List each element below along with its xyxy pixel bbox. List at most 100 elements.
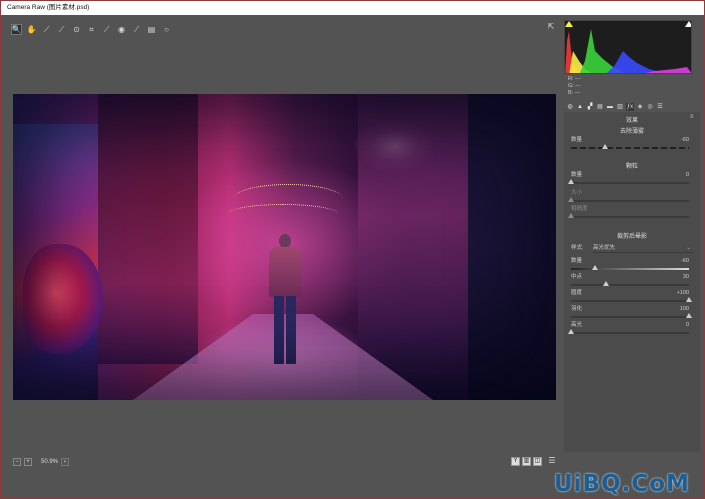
dehaze-amount-slider[interactable] — [571, 144, 689, 149]
vignette-style-box[interactable]: 高光优先 ⌄ — [593, 244, 693, 253]
zoom-icon[interactable]: 🔍 — [11, 23, 22, 35]
dehaze-amount-thumb[interactable] — [602, 144, 609, 149]
site-watermark: UiBQ.CoM — [554, 471, 690, 497]
open-preferences-icon[interactable]: ⇱ — [545, 22, 557, 34]
red-eye-icon[interactable]: ◉ — [116, 24, 127, 35]
grain-roughness-label: 粗糙度 — [571, 206, 588, 212]
tool-bar: 🔍 ✋ ⟋ ⟋ ⊙ ⌗ ⟋ ◉ ⟋ ▤ ○ — [11, 21, 559, 37]
grain-roughness-row: 粗糙度 — [571, 206, 693, 213]
white-balance-icon[interactable]: ⟋ — [41, 24, 52, 35]
dehaze-amount-label: 数量 — [571, 137, 583, 143]
compare-view-button[interactable]: ▥ — [522, 457, 531, 466]
status-bar: − + 50.9% ▾ — [13, 456, 559, 468]
zoom-out-button[interactable]: − — [13, 458, 21, 466]
grain-roughness-thumb[interactable] — [568, 213, 574, 218]
adjustment-brush-icon[interactable]: ⟋ — [131, 24, 142, 35]
color-sampler-icon[interactable]: ⟋ — [56, 24, 67, 35]
vignette-highlights-thumb[interactable] — [568, 329, 574, 334]
panel-title: 效果 — [625, 118, 638, 124]
grain-title: 颗粒 — [625, 164, 638, 170]
shadow-clip-indicator[interactable] — [565, 21, 573, 27]
camera-raw-window: Camera Raw (图片素材.psd) 🔍 ✋ ⟋ ⟋ ⊙ ⌗ ⟋ ◉ ⟋ … — [0, 0, 705, 499]
tab-effects[interactable]: ƒx — [626, 103, 634, 111]
zoom-level: 50.9% — [41, 459, 59, 465]
tab-basic[interactable]: ◍ — [566, 103, 574, 111]
tab-lens[interactable]: ▥ — [616, 103, 624, 111]
vignette-amount-label: 数量 — [571, 258, 583, 264]
vignette-roundness-thumb[interactable] — [686, 297, 692, 302]
effects-panel: 效果 ≡ 去除薄雾 数量 -60 颗粒 数量 0 大小 粗糙度 裁剪后晕影 样式… — [564, 112, 700, 452]
panel-tabs: ◍ ▲ ▞ ▤ ▬ ▥ ƒx ◈ ◎ ☰ — [564, 102, 699, 112]
before-after-y-button[interactable]: Y — [511, 457, 520, 466]
vignette-midpoint-label: 中点 — [571, 274, 583, 280]
toggle-view-button[interactable]: ◫ — [533, 457, 542, 466]
vignette-amount-thumb[interactable] — [591, 265, 598, 270]
image-preview[interactable] — [13, 94, 556, 400]
vignette-highlights-row: 高光 0 — [571, 322, 693, 329]
vignette-feather-thumb[interactable] — [686, 313, 692, 318]
vignette-style-value: 高光优先 — [593, 245, 616, 251]
highlight-clip-indicator[interactable] — [685, 21, 692, 27]
vignette-feather-slider[interactable] — [571, 313, 692, 318]
vignette-overlay — [13, 94, 556, 400]
grain-amount-label: 数量 — [571, 172, 583, 178]
rgb-readout: R: --- G: --- B: --- — [568, 76, 688, 97]
vignette-feather-label: 羽化 — [571, 306, 583, 312]
vignette-amount-value[interactable]: -60 — [681, 258, 689, 265]
grain-amount-row: 数量 0 — [571, 172, 693, 179]
vignette-midpoint-row: 中点 30 — [571, 274, 693, 281]
grain-size-row: 大小 — [571, 190, 693, 197]
grain-size-thumb[interactable] — [568, 197, 574, 202]
histogram[interactable] — [564, 20, 692, 74]
tab-hsl[interactable]: ▤ — [596, 103, 604, 111]
view-settings-icon[interactable]: ☰ — [547, 456, 557, 466]
vignette-feather-value[interactable]: 100 — [680, 306, 689, 313]
view-buttons: Y ▥ ◫ — [511, 457, 542, 466]
tab-tone-curve[interactable]: ▲ — [576, 103, 584, 111]
vignette-midpoint-slider[interactable] — [571, 281, 689, 286]
grain-size-label: 大小 — [571, 190, 583, 196]
hand-icon[interactable]: ✋ — [26, 24, 37, 35]
radial-filter-icon[interactable]: ○ — [161, 24, 172, 35]
dehaze-amount-row: 数量 -60 — [571, 137, 693, 144]
grain-amount-value[interactable]: 0 — [686, 172, 689, 179]
vignette-title: 裁剪后晕影 — [616, 234, 647, 240]
vignette-highlights-label: 高光 — [571, 322, 583, 328]
vignette-style-label: 样式: — [571, 245, 584, 251]
tab-camera-calibration[interactable]: ◈ — [636, 103, 644, 111]
grain-amount-thumb[interactable] — [568, 179, 574, 184]
vignette-roundness-row: 圆度 +100 — [571, 290, 693, 297]
vignette-highlights-slider[interactable] — [568, 329, 689, 334]
vignette-midpoint-thumb[interactable] — [603, 281, 610, 286]
tab-split-toning[interactable]: ▬ — [606, 103, 614, 111]
vignette-amount-row: 数量 -60 — [571, 258, 693, 265]
vignette-midpoint-value[interactable]: 30 — [683, 274, 689, 281]
grain-roughness-slider[interactable] — [568, 213, 689, 218]
graduated-filter-icon[interactable]: ▤ — [146, 24, 157, 35]
readout-r: R: --- — [568, 76, 581, 82]
vignette-style-select[interactable]: 样式: 高光优先 ⌄ — [571, 244, 693, 253]
dehaze-amount-value[interactable]: -60 — [681, 137, 689, 144]
tab-presets[interactable]: ◎ — [646, 103, 654, 111]
vignette-amount-slider[interactable] — [571, 265, 689, 270]
vignette-roundness-label: 圆度 — [571, 290, 583, 296]
panel-menu-icon[interactable]: ≡ — [690, 114, 694, 120]
spot-removal-icon[interactable]: ⟋ — [101, 24, 112, 35]
histogram-graph — [565, 21, 692, 73]
targeted-adjust-icon[interactable]: ⊙ — [71, 24, 82, 35]
grain-size-slider[interactable] — [568, 197, 689, 202]
vignette-feather-row: 羽化 100 — [571, 306, 693, 313]
readout-b: B: --- — [568, 90, 581, 96]
grain-amount-slider[interactable] — [568, 179, 689, 184]
dehaze-title: 去除薄雾 — [619, 129, 644, 135]
tab-snapshots[interactable]: ☰ — [656, 103, 664, 111]
zoom-in-button[interactable]: + — [24, 458, 32, 466]
vignette-roundness-value[interactable]: +100 — [677, 290, 689, 297]
readout-g: G: --- — [568, 83, 581, 89]
zoom-dropdown[interactable]: ▾ — [61, 458, 70, 466]
vignette-highlights-value[interactable]: 0 — [686, 322, 689, 329]
tab-detail[interactable]: ▞ — [586, 103, 594, 111]
window-title: Camera Raw (图片素材.psd) — [1, 1, 704, 15]
vignette-roundness-slider[interactable] — [571, 297, 692, 302]
crop-icon[interactable]: ⌗ — [86, 24, 97, 35]
